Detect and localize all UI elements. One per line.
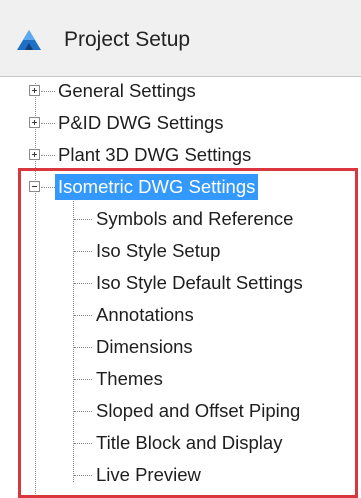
tree-node-label[interactable]: Themes bbox=[93, 366, 166, 392]
tree-connector bbox=[74, 411, 92, 412]
tree-connector bbox=[41, 155, 55, 156]
tree-connector bbox=[74, 475, 92, 476]
tree-node-general-settings[interactable]: General Settings bbox=[0, 77, 361, 107]
tree-child-live-preview[interactable]: Live Preview bbox=[0, 461, 361, 491]
tree-connector bbox=[41, 123, 55, 124]
tree-child-iso-style-default-settings[interactable]: Iso Style Default Settings bbox=[0, 269, 361, 299]
tree-node-label[interactable]: P&ID DWG Settings bbox=[55, 110, 227, 136]
tree-connector bbox=[74, 347, 92, 348]
tree-connector bbox=[74, 251, 92, 252]
tree-node-label[interactable]: Sloped and Offset Piping bbox=[93, 398, 303, 424]
tree-node-label[interactable]: Iso Style Setup bbox=[93, 238, 223, 264]
tree-connector bbox=[41, 91, 55, 92]
tree-node-label[interactable]: Annotations bbox=[93, 302, 197, 328]
expand-plus-icon[interactable] bbox=[29, 85, 40, 96]
tree-node-isometric-dwg-settings[interactable]: Isometric DWG Settings bbox=[0, 173, 361, 203]
tree-node-pid-dwg-settings[interactable]: P&ID DWG Settings bbox=[0, 109, 361, 139]
tree-connector bbox=[74, 379, 92, 380]
tree-connector bbox=[74, 219, 92, 220]
collapse-minus-icon[interactable] bbox=[29, 181, 40, 192]
tree-node-label[interactable]: Iso Style Default Settings bbox=[93, 270, 306, 296]
expand-plus-icon[interactable] bbox=[29, 149, 40, 160]
tree-child-annotations[interactable]: Annotations bbox=[0, 301, 361, 331]
tree-node-label[interactable]: Title Block and Display bbox=[93, 430, 285, 456]
tree-connector bbox=[41, 187, 55, 188]
page-title: Project Setup bbox=[64, 28, 191, 51]
tree-child-iso-style-setup[interactable]: Iso Style Setup bbox=[0, 237, 361, 267]
tree-child-sloped-and-offset-piping[interactable]: Sloped and Offset Piping bbox=[0, 397, 361, 427]
tree-child-title-block-and-display[interactable]: Title Block and Display bbox=[0, 429, 361, 459]
tree-child-themes[interactable]: Themes bbox=[0, 365, 361, 395]
tree-node-label[interactable]: Symbols and Reference bbox=[93, 206, 296, 232]
tree-child-dimensions[interactable]: Dimensions bbox=[0, 333, 361, 363]
tree-connector bbox=[74, 283, 92, 284]
autocad-plant-logo-icon bbox=[17, 30, 41, 50]
tree-child-symbols-and-reference[interactable]: Symbols and Reference bbox=[0, 205, 361, 235]
tree-node-label[interactable]: Isometric DWG Settings bbox=[55, 174, 259, 200]
tree-connector bbox=[74, 315, 92, 316]
tree-node-label[interactable]: General Settings bbox=[55, 78, 199, 104]
tree-node-label[interactable]: Plant 3D DWG Settings bbox=[55, 142, 254, 168]
tree-node-label[interactable]: Live Preview bbox=[93, 462, 204, 488]
settings-tree[interactable]: General Settings P&ID DWG Settings Plant… bbox=[0, 77, 361, 498]
tree-node-label[interactable]: Dimensions bbox=[93, 334, 196, 360]
window-header: Project Setup bbox=[0, 0, 361, 77]
tree-node-plant-3d-dwg-settings[interactable]: Plant 3D DWG Settings bbox=[0, 141, 361, 171]
expand-plus-icon[interactable] bbox=[29, 117, 40, 128]
tree-connector bbox=[74, 443, 92, 444]
